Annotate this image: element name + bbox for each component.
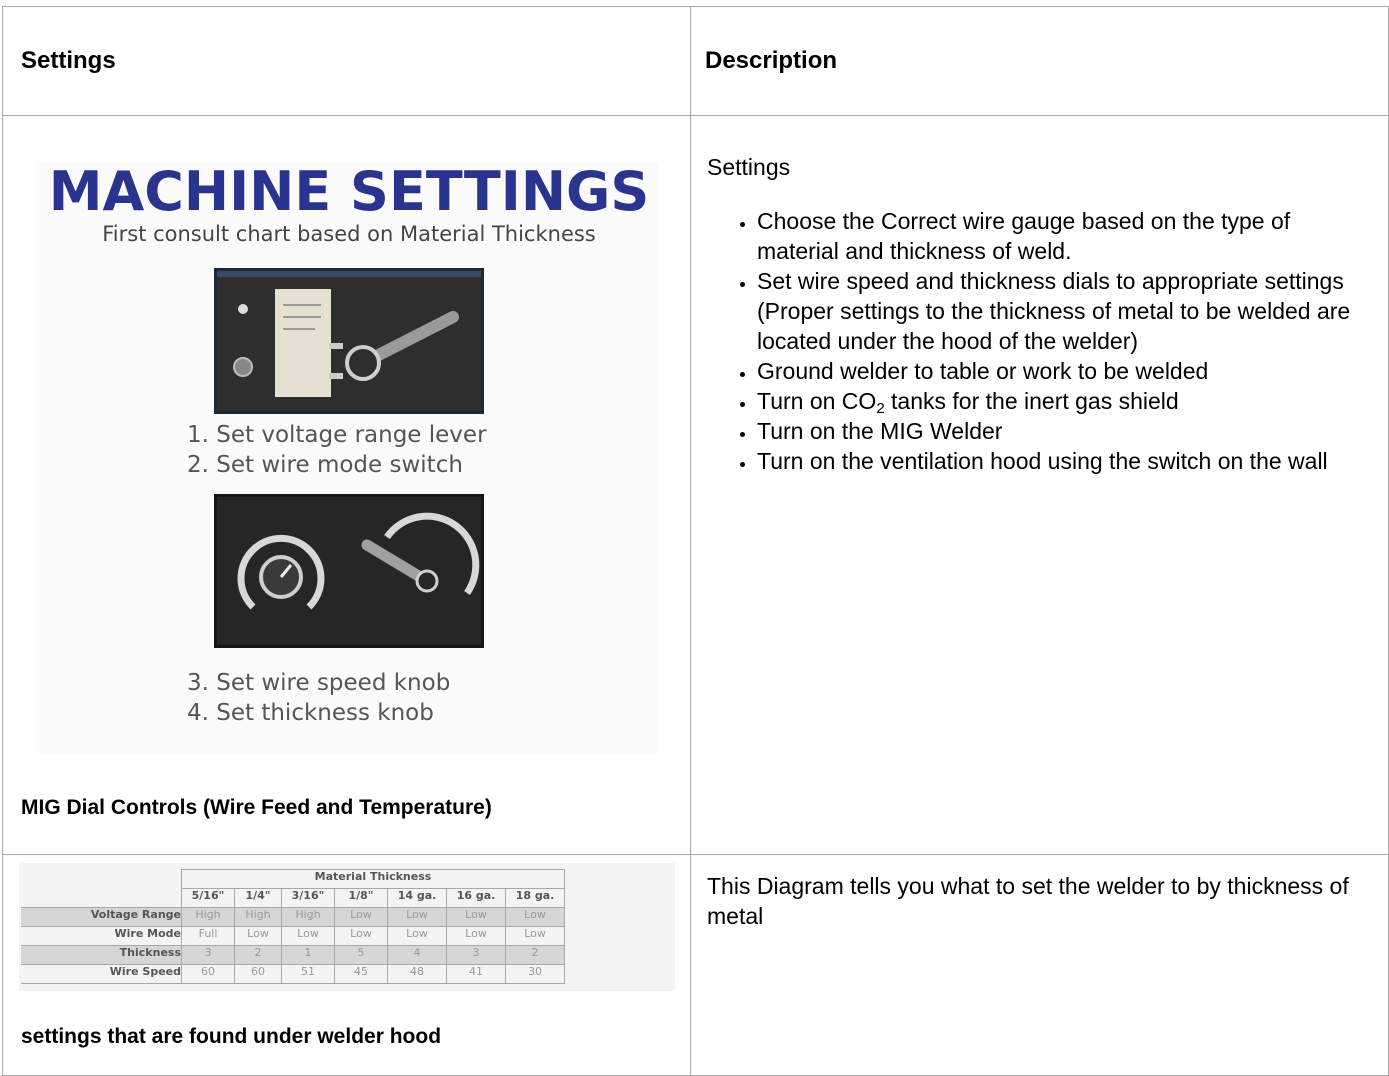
co2-text: Turn on CO xyxy=(757,388,877,414)
header-row: Settings Description xyxy=(2,6,1389,116)
step-1: 1. Set voltage range lever xyxy=(187,422,487,448)
chart-cell: Full xyxy=(181,926,235,946)
settings-chart: Material Thickness 5/16" 1/4" 3/16" 1/8"… xyxy=(21,869,565,984)
steps-dials: 3. Set wire speed knob 4. Set thickness … xyxy=(187,668,659,728)
chart-row-label: Wire Mode xyxy=(21,926,182,946)
chart-cell: 45 xyxy=(334,964,388,984)
list-item: Turn on CO2 tanks for the inert gas shie… xyxy=(757,386,1370,416)
chart-cell: 51 xyxy=(281,964,335,984)
list-item: Ground welder to table or work to be wel… xyxy=(757,356,1370,386)
settings-table: Settings Description MACHINE SETTINGS Fi… xyxy=(2,6,1389,1076)
settings-chart-image: Material Thickness 5/16" 1/4" 3/16" 1/8"… xyxy=(19,863,675,991)
settings-description-cell: Settings Choose the Correct wire gauge b… xyxy=(690,115,1389,855)
table-row: Material Thickness 5/16" 1/4" 3/16" 1/8"… xyxy=(2,854,1389,1076)
chart-description-cell: This Diagram tells you what to set the w… xyxy=(690,854,1389,1076)
chart-cell: 48 xyxy=(387,964,447,984)
chart-cell: High xyxy=(281,907,335,927)
step-2: 2. Set wire mode switch xyxy=(187,452,463,478)
chart-cell: Low xyxy=(387,926,447,946)
chart-cell: High xyxy=(181,907,235,927)
machine-settings-image: MACHINE SETTINGS First consult chart bas… xyxy=(39,162,659,754)
chart-image-cell: Material Thickness 5/16" 1/4" 3/16" 1/8"… xyxy=(2,854,691,1076)
list-item: Turn on the ventilation hood using the s… xyxy=(757,446,1370,476)
settings-list: Choose the Correct wire gauge based on t… xyxy=(707,206,1370,476)
co2-rest: tanks for the inert gas shield xyxy=(884,388,1179,414)
settings-description: Settings Choose the Correct wire gauge b… xyxy=(691,116,1388,476)
chart-col-header: 16 ga. xyxy=(446,888,506,908)
chart-row-thickness: Thickness 3 2 1 5 4 3 2 xyxy=(21,945,565,965)
chart-row-label: Voltage Range xyxy=(21,907,182,927)
voltage-lever-icon xyxy=(217,271,481,411)
chart-col-header: 14 ga. xyxy=(387,888,447,908)
chart-cell: 2 xyxy=(234,945,282,965)
chart-cell: Low xyxy=(387,907,447,927)
list-item: Choose the Correct wire gauge based on t… xyxy=(757,206,1370,266)
chart-row-voltage: Voltage Range High High High Low Low Low… xyxy=(21,907,565,927)
chart-cell: Low xyxy=(334,926,388,946)
list-item: Set wire speed and thickness dials to ap… xyxy=(757,266,1370,356)
chart-cell: 3 xyxy=(181,945,235,965)
chart-cell: Low xyxy=(446,926,506,946)
chart-col-header: 1/8" xyxy=(334,888,388,908)
chart-cell: Low xyxy=(446,907,506,927)
chart-row-label: Thickness xyxy=(21,945,182,965)
settings-image-cell: MACHINE SETTINGS First consult chart bas… xyxy=(2,115,691,855)
chart-cell: 30 xyxy=(505,964,565,984)
description-heading: Settings xyxy=(707,154,791,180)
list-item: Turn on the MIG Welder xyxy=(757,416,1370,446)
chart-cell: 60 xyxy=(234,964,282,984)
image-caption: MIG Dial Controls (Wire Feed and Tempera… xyxy=(21,796,492,819)
chart-cell: Low xyxy=(334,907,388,927)
header-settings-cell: Settings xyxy=(2,6,691,116)
image-subtitle: First consult chart based on Material Th… xyxy=(102,222,596,246)
chart-cell: Low xyxy=(281,926,335,946)
header-settings: Settings xyxy=(21,47,116,74)
dial-knobs-icon xyxy=(217,497,481,645)
chart-cell: 2 xyxy=(505,945,565,965)
chart-row-label: Wire Speed xyxy=(21,964,182,984)
chart-description: This Diagram tells you what to set the w… xyxy=(707,873,1349,929)
chart-caption: settings that are found under welder hoo… xyxy=(21,1025,442,1048)
table-row: MACHINE SETTINGS First consult chart bas… xyxy=(2,115,1389,855)
chart-col-header: 18 ga. xyxy=(505,888,565,908)
chart-cell: Low xyxy=(505,907,565,927)
chart-cell: 41 xyxy=(446,964,506,984)
chart-cell: Low xyxy=(234,926,282,946)
chart-cell: High xyxy=(234,907,282,927)
chart-cell: 5 xyxy=(334,945,388,965)
dial-panel-photo xyxy=(214,494,484,648)
chart-row-wire-speed: Wire Speed 60 60 51 45 48 41 30 xyxy=(21,964,565,984)
image-title: MACHINE SETTINGS xyxy=(48,160,650,223)
step-4: 4. Set thickness knob xyxy=(187,700,434,726)
chart-cell: 1 xyxy=(281,945,335,965)
chart-col-header: 1/4" xyxy=(234,888,282,908)
header-description-cell: Description xyxy=(690,6,1389,116)
chart-group-header: Material Thickness xyxy=(181,869,565,889)
co2-subscript: 2 xyxy=(876,400,885,417)
header-description: Description xyxy=(705,47,838,74)
chart-col-header: 5/16" xyxy=(181,888,235,908)
chart-col-header: 3/16" xyxy=(281,888,335,908)
chart-row-wire-mode: Wire Mode Full Low Low Low Low Low Low xyxy=(21,926,565,946)
steps-voltage: 1. Set voltage range lever 2. Set wire m… xyxy=(187,420,659,480)
chart-cell: 60 xyxy=(181,964,235,984)
chart-cell: 3 xyxy=(446,945,506,965)
chart-cell: Low xyxy=(505,926,565,946)
chart-cell: 4 xyxy=(387,945,447,965)
step-3: 3. Set wire speed knob xyxy=(187,670,451,696)
voltage-panel-photo xyxy=(214,268,484,414)
